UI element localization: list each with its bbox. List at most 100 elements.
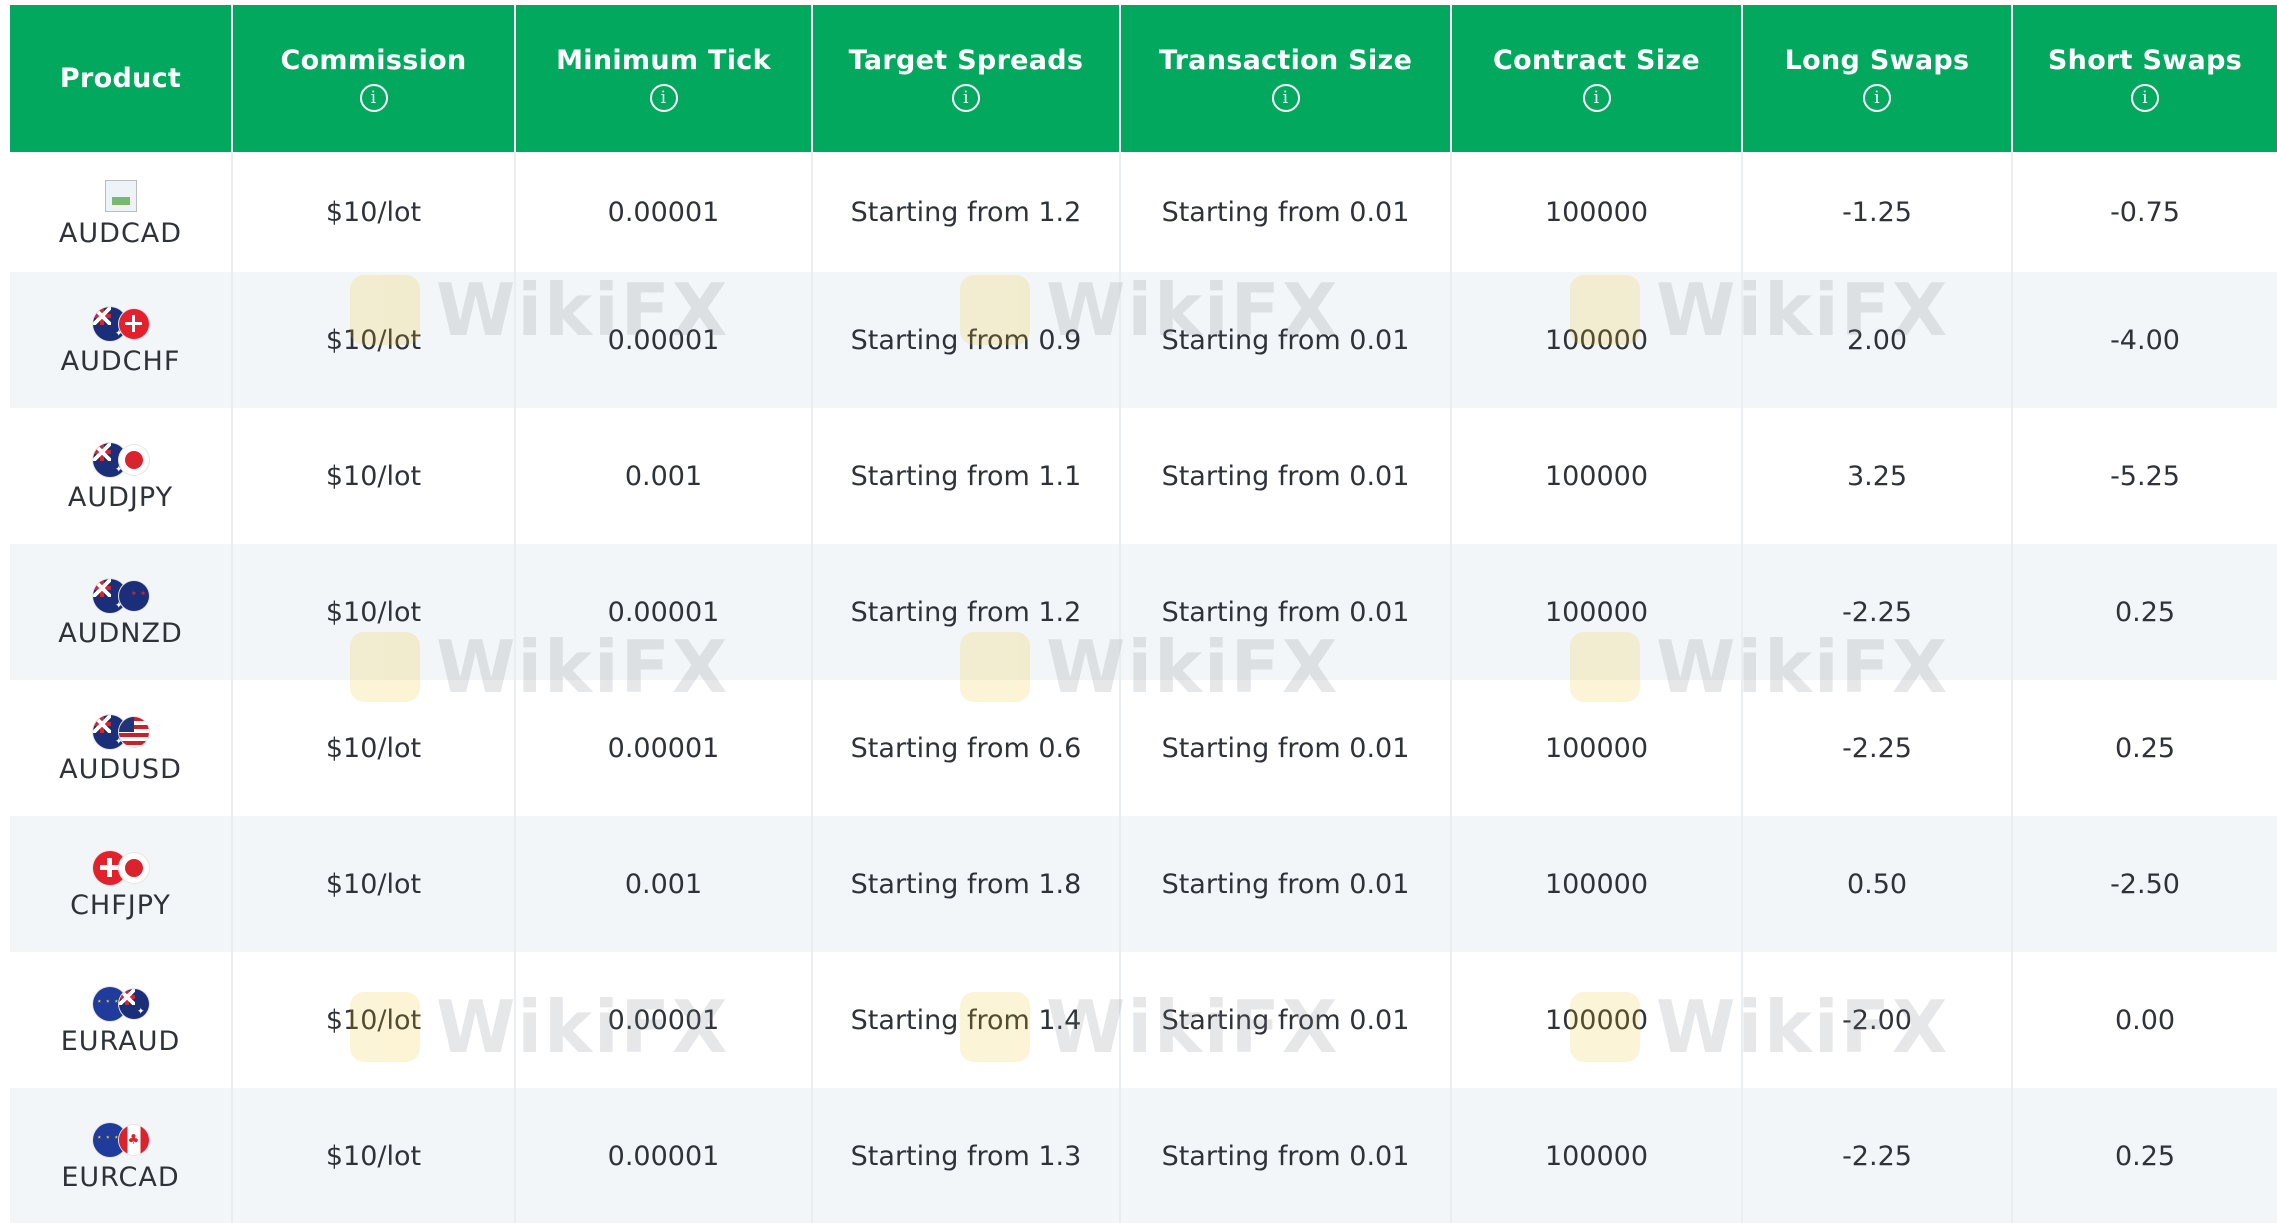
minimum-tick-cell: 0.00001 — [515, 272, 813, 408]
target-spread-cell: Starting from 1.2 — [812, 544, 1121, 680]
table-row: AUDCHF $10/lot0.00001Starting from 0.9Sta… — [10, 272, 2277, 408]
header-label: Long Swaps — [1784, 45, 1970, 76]
jpy-flag-icon — [118, 444, 149, 475]
minimum-tick-cell: 0.00001 — [515, 680, 813, 816]
commission-cell: $10/lot — [232, 952, 516, 1088]
currency-flags — [92, 848, 149, 888]
target-spread-cell: Starting from 1.3 — [812, 1088, 1121, 1223]
target-spread-cell: Starting from 1.1 — [812, 408, 1121, 544]
short-swap-cell: 0.25 — [2012, 1088, 2277, 1223]
currency-pair-label: EURAUD — [60, 1025, 181, 1057]
short-swap-cell: -0.75 — [2012, 152, 2277, 272]
table-row: AUDNZD $10/lot0.00001Starting from 1.2Sta… — [10, 544, 2277, 680]
currency-flags — [92, 304, 149, 344]
table-row: AUDJPY $10/lot0.001Starting from 1.1Start… — [10, 408, 2277, 544]
currency-flags — [92, 984, 149, 1024]
long-swap-cell: -1.25 — [1742, 152, 2013, 272]
currency-pair-label: AUDJPY — [67, 481, 174, 513]
long-swap-cell: -2.25 — [1742, 680, 2013, 816]
currency-flags — [104, 176, 137, 216]
header-label: Contract Size — [1493, 45, 1700, 76]
short-swap-cell: 0.00 — [2012, 952, 2277, 1088]
header-label: Target Spreads — [848, 45, 1084, 76]
header-target-spreads: Target Spreads i — [812, 5, 1121, 152]
header-transaction-size: Transaction Size i — [1120, 5, 1452, 152]
info-icon[interactable]: i — [359, 84, 388, 112]
short-swap-cell: -5.25 — [2012, 408, 2277, 544]
currency-pair-label: CHFJPY — [70, 889, 171, 921]
table-body: AUDCAD $10/lot 0.00001 Starting from 1.2 Sta… — [10, 152, 2277, 1223]
contract-size-cell: 100000 — [1451, 952, 1743, 1088]
product-cell: CHFJPY — [10, 816, 233, 952]
currency-pair-label: AUDNZD — [58, 617, 183, 649]
contract-size-cell: 100000 — [1451, 272, 1743, 408]
contract-size-cell: 100000 — [1451, 408, 1743, 544]
broken-image-icon — [104, 179, 137, 212]
minimum-tick-cell: 0.001 — [515, 408, 813, 544]
short-swap-cell: -4.00 — [2012, 272, 2277, 408]
product-info: EURAUD — [10, 984, 231, 1057]
header-product: Product — [10, 5, 233, 152]
info-icon[interactable]: i — [649, 84, 678, 112]
transaction-size-cell: Starting from 0.01 — [1120, 680, 1452, 816]
currency-pair-label: AUDCAD — [58, 217, 183, 249]
header-commission: Commission i — [232, 5, 516, 152]
product-info: AUDCAD — [10, 176, 231, 249]
header-label: Commission — [280, 45, 467, 76]
currency-pair-label: AUDCHF — [60, 345, 181, 377]
minimum-tick-cell: 0.00001 — [515, 544, 813, 680]
currency-flags — [92, 576, 149, 616]
currency-flags — [92, 440, 149, 480]
transaction-size-cell: Starting from 0.01 — [1120, 152, 1452, 272]
transaction-size-cell: Starting from 0.01 — [1120, 544, 1452, 680]
header-label: Transaction Size — [1158, 45, 1413, 76]
commission-cell: $10/lot — [232, 1088, 516, 1223]
commission-cell: $10/lot — [232, 152, 516, 272]
info-icon[interactable]: i — [1271, 84, 1300, 112]
long-swap-cell: -2.00 — [1742, 952, 2013, 1088]
chf-flag-icon — [118, 308, 149, 339]
long-swap-cell: 2.00 — [1742, 272, 2013, 408]
long-swap-cell: 3.25 — [1742, 408, 2013, 544]
long-swap-cell: -2.25 — [1742, 544, 2013, 680]
transaction-size-cell: Starting from 0.01 — [1120, 952, 1452, 1088]
product-info: AUDJPY — [10, 440, 231, 513]
product-info: EURCAD — [10, 1120, 231, 1193]
contract-size-cell: 100000 — [1451, 816, 1743, 952]
info-icon[interactable]: i — [952, 84, 980, 112]
table-row: CHFJPY $10/lot 0.001 Starting from 1.8 Start… — [10, 816, 2277, 952]
long-swap-cell: 0.50 — [1742, 816, 2013, 952]
commission-cell: $10/lot — [232, 680, 516, 816]
nzd-flag-icon — [118, 580, 149, 611]
transaction-size-cell: Starting from 0.01 — [1120, 816, 1452, 952]
currency-flags — [92, 1120, 149, 1160]
product-info: AUDUSD — [10, 712, 231, 785]
header-label: Product — [59, 63, 182, 94]
header-label: Minimum Tick — [556, 45, 771, 76]
product-cell: AUDCAD — [10, 152, 233, 272]
currency-pair-label: AUDUSD — [59, 753, 182, 785]
transaction-size-cell: Starting from 0.01 — [1120, 1088, 1452, 1223]
info-icon[interactable]: i — [1582, 84, 1611, 112]
minimum-tick-cell: 0.00001 — [515, 952, 813, 1088]
product-info: AUDCHF — [10, 304, 231, 377]
product-cell: AUDCHF — [10, 272, 233, 408]
info-icon[interactable]: i — [2131, 84, 2159, 112]
minimum-tick-cell: 0.00001 — [515, 152, 813, 272]
commission-cell: $10/lot — [232, 272, 516, 408]
product-info: CHFJPY — [10, 848, 231, 921]
short-swap-cell: 0.25 — [2012, 544, 2277, 680]
contract-size-cell: 100000 — [1451, 152, 1743, 272]
table-row: AUDUSD $10/lot0.00001Starting from 0.6Sta… — [10, 680, 2277, 816]
minimum-tick-cell: 0.00001 — [515, 1088, 813, 1223]
transaction-size-cell: Starting from 0.01 — [1120, 408, 1452, 544]
currency-pair-label: EURCAD — [61, 1161, 180, 1193]
table-row: AUDCAD $10/lot 0.00001 Starting from 1.2 Sta… — [10, 152, 2277, 272]
header-row: Product Commission i Minimum Tick i Target Sp… — [10, 5, 2277, 152]
info-icon[interactable]: i — [1863, 84, 1891, 112]
target-spread-cell: Starting from 0.9 — [812, 272, 1121, 408]
contract-size-cell: 100000 — [1451, 544, 1743, 680]
product-cell: AUDUSD — [10, 680, 233, 816]
product-cell: AUDJPY — [10, 408, 233, 544]
product-cell: AUDNZD — [10, 544, 233, 680]
